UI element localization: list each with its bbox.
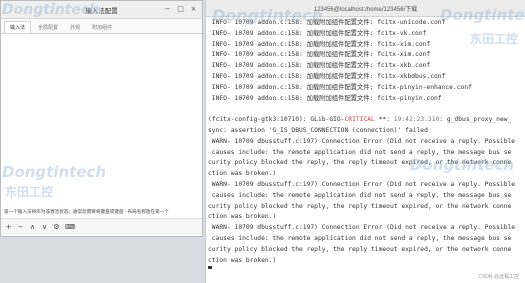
log-text: causes include: the remote application d… — [208, 191, 512, 199]
remove-icon[interactable]: − — [17, 223, 24, 232]
tab-appearance[interactable]: 外观 — [65, 22, 85, 33]
move-up-icon[interactable]: ∧ — [29, 223, 36, 232]
keyboard-icon[interactable]: ⌨ — [65, 223, 75, 232]
log-timestamp: 19:42:23.310 — [393, 116, 440, 124]
maximize-icon[interactable]: □ — [176, 5, 185, 14]
input-method-list[interactable] — [3, 34, 200, 204]
terminal-line: INFO- 10709 addon.c:158: 加载附加组件配置文件: fci… — [208, 83, 525, 94]
desktop-left: 输入法配置 − □ × 输入法 全局配置 外观 附加组件 第一个输入法将作为非激… — [0, 0, 205, 283]
log-text: ction was broken.) — [208, 213, 277, 221]
tab-input-method[interactable]: 输入法 — [4, 21, 32, 33]
terminal-line: curity policy blocked the reply, the rep… — [208, 158, 525, 169]
ime-titlebar[interactable]: 输入法配置 − □ × — [1, 1, 202, 19]
terminal-line: INFO- 10709 addon.c:158: 加载附加组件配置文件: fci… — [208, 50, 525, 61]
terminal-line: INFO- 10709 addon.c:158: 加载附加组件配置文件: fci… — [208, 94, 525, 105]
minimize-icon[interactable]: − — [163, 5, 172, 14]
terminal-line: WARN- 10709 dbusstuff.c:197) Connection … — [208, 223, 525, 234]
log-text: ction was broken.) — [208, 256, 277, 264]
terminal-titlebar[interactable]: 123456@localhost:/home/123456/下载 — [206, 0, 525, 17]
log-text: WARN- 10709 dbusstuff.c:197) Connection … — [208, 224, 516, 232]
log-text: INFO- 10709 addon.c:158: 加载附加组件配置文件: fci… — [208, 94, 442, 102]
add-icon[interactable]: + — [5, 223, 12, 232]
log-text: INFO- 10709 addon.c:158: 加载附加组件配置文件: fci… — [208, 29, 427, 37]
log-text: INFO- 10709 addon.c:158: 加载附加组件配置文件: fci… — [208, 40, 431, 48]
log-text: causes include: the remote application d… — [208, 234, 512, 242]
terminal-line: INFO- 10709 addon.c:158: 加载附加组件配置文件: fci… — [208, 18, 525, 29]
terminal-line: curity policy blocked the reply, the rep… — [208, 245, 525, 256]
log-text: INFO- 10709 addon.c:158: 加载附加组件配置文件: fci… — [208, 83, 472, 91]
terminal-line: (fcitx-config-gtk3:10710): GLib-GIO-CRIT… — [208, 115, 525, 126]
terminal-line: ction was broken.) — [208, 169, 525, 180]
terminal-line: causes include: the remote application d… — [208, 148, 525, 159]
terminal-line: sync: assertion 'G_IS_DBUS_CONNECTION (c… — [208, 126, 525, 137]
terminal-line: WARN- 10709 dbusstuff.c:197) Connection … — [208, 180, 525, 191]
terminal-line: ction was broken.) — [208, 212, 525, 223]
log-text: sync: assertion 'G_IS_DBUS_CONNECTION (c… — [208, 126, 428, 134]
source-credit: CSDN @远程工控 — [478, 274, 519, 280]
ime-hint-text: 第一个输入法将作为非激活状态。通常您需要将键盘或键盘 - 布局名称放在第一个 — [4, 209, 169, 214]
terminal-line: causes include: the remote application d… — [208, 191, 525, 202]
log-text: **: — [374, 116, 394, 124]
log-text: (fcitx-config-gtk3:10710): GLib-GIO- — [208, 116, 345, 124]
log-text: WARN- 10709 dbusstuff.c:197) Connection … — [208, 180, 516, 188]
window-controls: − □ × — [163, 5, 198, 14]
terminal-line: INFO- 10709 addon.c:158: 加载附加组件配置文件: fci… — [208, 40, 525, 51]
configure-icon[interactable]: ⚙ — [53, 223, 60, 232]
log-text: curity policy blocked the reply, the rep… — [208, 245, 512, 253]
close-icon[interactable]: × — [189, 5, 198, 14]
log-text: curity policy blocked the reply, the rep… — [208, 159, 512, 167]
ime-config-window: 输入法配置 − □ × 输入法 全局配置 外观 附加组件 第一个输入法将作为非激… — [0, 0, 203, 237]
terminal-line — [208, 266, 525, 269]
terminal-line: curity policy blocked the reply, the rep… — [208, 202, 525, 213]
log-text: causes include: the remote application d… — [208, 148, 512, 156]
log-level-critical: CRITICAL — [344, 116, 375, 124]
tab-addons[interactable]: 附加组件 — [87, 22, 117, 33]
terminal-output[interactable]: INFO- 10709 addon.c:158: 加载附加组件配置文件: fci… — [206, 18, 525, 269]
ime-toolbar: + − ∧ ∨ ⚙ ⌨ — [1, 218, 202, 236]
log-text: ction was broken.) — [208, 170, 277, 178]
move-down-icon[interactable]: ∨ — [41, 223, 48, 232]
log-text: : g_dbus_proxy_new_ — [439, 116, 512, 124]
log-text: INFO- 10709 addon.c:158: 加载附加组件配置文件: fci… — [208, 62, 431, 70]
terminal-window: 123456@localhost:/home/123456/下载 INFO- 1… — [205, 0, 525, 283]
log-text: INFO- 10709 addon.c:158: 加载附加组件配置文件: fci… — [208, 19, 446, 26]
terminal-cursor — [208, 266, 212, 269]
terminal-line: ction was broken.) — [208, 256, 525, 267]
ime-tab-bar: 输入法 全局配置 外观 附加组件 — [1, 19, 202, 34]
terminal-line: INFO- 10709 addon.c:158: 加载附加组件配置文件: fci… — [208, 72, 525, 83]
terminal-line: WARN- 10709 dbusstuff.c:197) Connection … — [208, 137, 525, 148]
tab-global-config[interactable]: 全局配置 — [33, 22, 63, 33]
terminal-line: causes include: the remote application d… — [208, 234, 525, 245]
terminal-line: INFO- 10709 addon.c:158: 加载附加组件配置文件: fci… — [208, 61, 525, 72]
log-text: INFO- 10709 addon.c:158: 加载附加组件配置文件: fci… — [208, 72, 446, 80]
terminal-title: 123456@localhost:/home/123456/下载 — [313, 6, 418, 13]
log-text: WARN- 10709 dbusstuff.c:197) Connection … — [208, 137, 516, 145]
log-text: curity policy blocked the reply, the rep… — [208, 202, 512, 210]
terminal-line: INFO- 10709 addon.c:158: 加载附加组件配置文件: fci… — [208, 29, 525, 40]
log-text: INFO- 10709 addon.c:158: 加载附加组件配置文件: fci… — [208, 51, 431, 59]
ime-window-title: 输入法配置 — [85, 7, 118, 15]
